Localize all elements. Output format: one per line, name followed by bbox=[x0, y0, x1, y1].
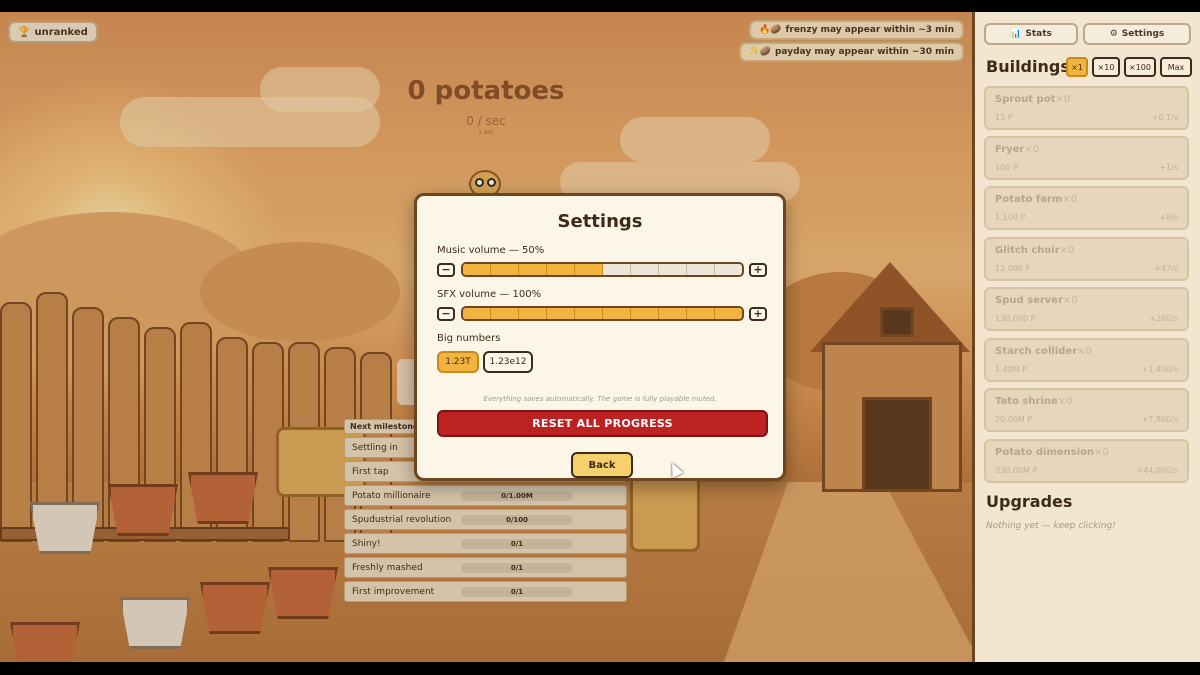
farm-scene: 🏆 unranked 🔥🥔 frenzy may appear within ~… bbox=[0, 12, 972, 662]
volume-segment bbox=[603, 264, 631, 275]
building-owned: ×0 bbox=[1055, 94, 1071, 105]
building-name: Glitch choir bbox=[995, 245, 1060, 256]
building-card[interactable]: Fryer×0 100 P +1/s bbox=[984, 136, 1189, 180]
building-owned: ×0 bbox=[1057, 396, 1073, 407]
volume-segment bbox=[463, 308, 491, 319]
building-card[interactable]: Starch collider×0 1.40M P +1,400/s bbox=[984, 338, 1189, 382]
building-owned: ×0 bbox=[1077, 346, 1092, 357]
building-name: Spud server bbox=[995, 295, 1064, 306]
settings-tab-label: Settings bbox=[1121, 29, 1165, 39]
building-owned: ×0 bbox=[1062, 194, 1078, 205]
building-rate: +0.1/s bbox=[1151, 113, 1178, 122]
building-rate: +1,400/s bbox=[1141, 365, 1178, 374]
volume-segment bbox=[715, 264, 742, 275]
volume-segment bbox=[715, 308, 742, 319]
building-rate: +44,000/s bbox=[1136, 466, 1178, 475]
stats-tab[interactable]: 📊 Stats bbox=[984, 23, 1078, 45]
building-owned: ×0 bbox=[1059, 245, 1075, 256]
upgrades-empty-text: Nothing yet — keep clicking! bbox=[986, 521, 1116, 531]
volume-segment bbox=[463, 264, 491, 275]
volume-segment bbox=[687, 264, 715, 275]
building-rate: +8/s bbox=[1159, 213, 1178, 222]
building-cost: 12,000 P bbox=[995, 264, 1031, 273]
building-cost: 15 P bbox=[995, 113, 1013, 122]
format-short-button[interactable]: 1.23T bbox=[437, 351, 479, 373]
reset-progress-button[interactable]: RESET ALL PROGRESS bbox=[437, 410, 768, 437]
sfx-volume-decrease-button[interactable]: − bbox=[437, 307, 455, 321]
building-owned: ×0 bbox=[1094, 447, 1109, 458]
back-button[interactable]: Back bbox=[571, 452, 633, 478]
building-name: Fryer bbox=[995, 144, 1025, 155]
multiplier-x100-button[interactable]: ×100 bbox=[1124, 57, 1156, 77]
building-name: Starch collider bbox=[995, 346, 1078, 357]
volume-segment bbox=[575, 308, 603, 319]
building-card[interactable]: Tato shrine×0 20.00M P +7,800/s bbox=[984, 388, 1189, 432]
autosave-hint: Everything saves automatically. The game… bbox=[483, 395, 717, 403]
volume-segment bbox=[547, 264, 575, 275]
building-card[interactable]: Spud server×0 130,000 P +260/s bbox=[984, 287, 1189, 331]
stats-tab-label: Stats bbox=[1025, 29, 1052, 39]
multiplier-max-button[interactable]: Max bbox=[1160, 57, 1192, 77]
building-owned: ×0 bbox=[1063, 295, 1078, 306]
volume-segment bbox=[575, 264, 603, 275]
buildings-title: Buildings bbox=[986, 57, 1070, 76]
sfx-volume-increase-button[interactable]: + bbox=[749, 307, 767, 321]
gear-icon: ⚙ bbox=[1109, 29, 1118, 39]
building-rate: +260/s bbox=[1149, 314, 1178, 323]
settings-title: Settings bbox=[557, 211, 643, 232]
volume-segment bbox=[631, 264, 659, 275]
building-cost: 130,000 P bbox=[995, 314, 1036, 323]
side-panel: 📊 Stats ⚙ Settings Buildings ×1 ×10 ×100… bbox=[972, 12, 1200, 662]
sfx-volume-slider[interactable] bbox=[461, 306, 744, 321]
multiplier-x10-button[interactable]: ×10 bbox=[1092, 57, 1120, 77]
building-cost: 1.40M P bbox=[995, 365, 1028, 374]
sfx-volume-label: SFX volume — 100% bbox=[437, 289, 542, 300]
big-numbers-label: Big numbers bbox=[437, 333, 501, 344]
volume-segment bbox=[603, 308, 631, 319]
settings-modal: Settings Music volume — 50% − + SFX volu… bbox=[414, 193, 786, 481]
volume-segment bbox=[491, 264, 519, 275]
building-rate: +7,800/s bbox=[1141, 415, 1178, 424]
building-name: Potato farm bbox=[995, 194, 1063, 205]
volume-segment bbox=[519, 308, 547, 319]
building-cost: 1,100 P bbox=[995, 213, 1026, 222]
music-volume-increase-button[interactable]: + bbox=[749, 263, 767, 277]
volume-segment bbox=[659, 308, 687, 319]
building-name: Tato shrine bbox=[995, 396, 1058, 407]
building-cost: 100 P bbox=[995, 163, 1018, 172]
game-frame: 🏆 unranked 🔥🥔 frenzy may appear within ~… bbox=[0, 12, 1200, 662]
building-name: Sprout pot bbox=[995, 94, 1056, 105]
building-owned: ×0 bbox=[1024, 144, 1040, 155]
volume-segment bbox=[631, 308, 659, 319]
building-cost: 330.00M P bbox=[995, 466, 1038, 475]
format-scientific-button[interactable]: 1.23e12 bbox=[483, 351, 533, 373]
settings-tab[interactable]: ⚙ Settings bbox=[1083, 23, 1191, 45]
music-volume-decrease-button[interactable]: − bbox=[437, 263, 455, 277]
music-volume-label: Music volume — 50% bbox=[437, 245, 545, 256]
building-card[interactable]: Glitch choir×0 12,000 P +47/s bbox=[984, 237, 1189, 281]
building-card[interactable]: Sprout pot×0 15 P +0.1/s bbox=[984, 86, 1189, 130]
building-name: Potato dimension bbox=[995, 447, 1095, 458]
volume-segment bbox=[687, 308, 715, 319]
volume-segment bbox=[519, 264, 547, 275]
music-volume-slider[interactable] bbox=[461, 262, 744, 277]
building-rate: +47/s bbox=[1154, 264, 1178, 273]
chart-icon: 📊 bbox=[1010, 29, 1022, 39]
building-cost: 20.00M P bbox=[995, 415, 1033, 424]
multiplier-x1-button[interactable]: ×1 bbox=[1066, 57, 1088, 77]
building-rate: +1/s bbox=[1159, 163, 1178, 172]
building-card[interactable]: Potato farm×0 1,100 P +8/s bbox=[984, 186, 1189, 230]
volume-segment bbox=[491, 308, 519, 319]
building-card[interactable]: Potato dimension×0 330.00M P +44,000/s bbox=[984, 439, 1189, 483]
volume-segment bbox=[659, 264, 687, 275]
volume-segment bbox=[547, 308, 575, 319]
upgrades-title: Upgrades bbox=[986, 492, 1073, 511]
